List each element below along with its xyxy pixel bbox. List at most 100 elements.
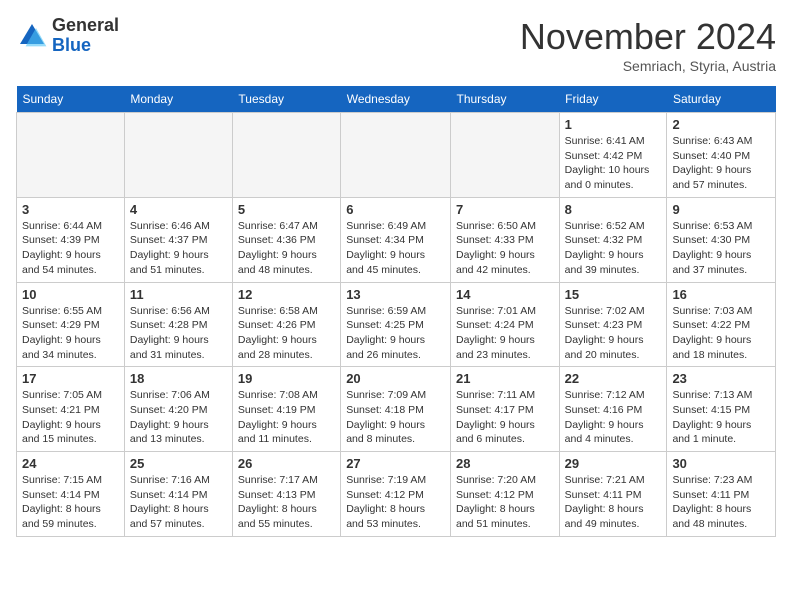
day-number: 18 — [130, 371, 227, 386]
title-block: November 2024 Semriach, Styria, Austria — [520, 16, 776, 74]
calendar-cell: 30 Sunrise: 7:23 AM Sunset: 4:11 PM Dayli… — [667, 452, 776, 537]
day-info: Sunrise: 6:49 AM Sunset: 4:34 PM Dayligh… — [346, 219, 445, 278]
day-info: Sunrise: 7:23 AM Sunset: 4:11 PM Dayligh… — [672, 473, 770, 532]
calendar-week-1: 1 Sunrise: 6:41 AM Sunset: 4:42 PM Daylig… — [17, 113, 776, 198]
day-number: 26 — [238, 456, 335, 471]
day-info: Sunrise: 6:46 AM Sunset: 4:37 PM Dayligh… — [130, 219, 227, 278]
calendar-cell: 3 Sunrise: 6:44 AM Sunset: 4:39 PM Daylig… — [17, 197, 125, 282]
day-number: 12 — [238, 287, 335, 302]
day-info: Sunrise: 7:08 AM Sunset: 4:19 PM Dayligh… — [238, 388, 335, 447]
day-info: Sunrise: 6:52 AM Sunset: 4:32 PM Dayligh… — [565, 219, 662, 278]
day-number: 1 — [565, 117, 662, 132]
calendar-cell: 20 Sunrise: 7:09 AM Sunset: 4:18 PM Dayli… — [341, 367, 451, 452]
day-number: 19 — [238, 371, 335, 386]
location: Semriach, Styria, Austria — [520, 58, 776, 74]
calendar-week-3: 10 Sunrise: 6:55 AM Sunset: 4:29 PM Dayli… — [17, 282, 776, 367]
day-info: Sunrise: 6:44 AM Sunset: 4:39 PM Dayligh… — [22, 219, 119, 278]
calendar-cell: 27 Sunrise: 7:19 AM Sunset: 4:12 PM Dayli… — [341, 452, 451, 537]
calendar-cell — [232, 113, 340, 198]
weekday-header-saturday: Saturday — [667, 86, 776, 113]
day-number: 16 — [672, 287, 770, 302]
logo: General Blue — [16, 16, 119, 56]
day-number: 29 — [565, 456, 662, 471]
day-number: 20 — [346, 371, 445, 386]
day-info: Sunrise: 7:16 AM Sunset: 4:14 PM Dayligh… — [130, 473, 227, 532]
day-info: Sunrise: 6:43 AM Sunset: 4:40 PM Dayligh… — [672, 134, 770, 193]
calendar-cell: 8Sunrise: 6:52 AM Sunset: 4:32 PM Daylig… — [559, 197, 667, 282]
day-info: Sunrise: 7:09 AM Sunset: 4:18 PM Dayligh… — [346, 388, 445, 447]
calendar-table: SundayMondayTuesdayWednesdayThursdayFrid… — [16, 86, 776, 537]
day-number: 15 — [565, 287, 662, 302]
day-info: Sunrise: 6:53 AM Sunset: 4:30 PM Dayligh… — [672, 219, 770, 278]
month-title: November 2024 — [520, 16, 776, 58]
calendar-cell: 26 Sunrise: 7:17 AM Sunset: 4:13 PM Dayli… — [232, 452, 340, 537]
day-number: 27 — [346, 456, 445, 471]
day-info: Sunrise: 6:56 AM Sunset: 4:28 PM Dayligh… — [130, 304, 227, 363]
weekday-header-tuesday: Tuesday — [232, 86, 340, 113]
calendar-cell: 1 Sunrise: 6:41 AM Sunset: 4:42 PM Daylig… — [559, 113, 667, 198]
calendar-cell: 7Sunrise: 6:50 AM Sunset: 4:33 PM Daylig… — [450, 197, 559, 282]
day-number: 2 — [672, 117, 770, 132]
calendar-cell: 21Sunrise: 7:11 AM Sunset: 4:17 PM Dayli… — [450, 367, 559, 452]
day-info: Sunrise: 6:58 AM Sunset: 4:26 PM Dayligh… — [238, 304, 335, 363]
calendar-cell: 25 Sunrise: 7:16 AM Sunset: 4:14 PM Dayli… — [124, 452, 232, 537]
day-info: Sunrise: 6:41 AM Sunset: 4:42 PM Dayligh… — [565, 134, 662, 193]
page-header: General Blue November 2024 Semriach, Sty… — [16, 16, 776, 74]
day-number: 28 — [456, 456, 554, 471]
calendar-cell: 9 Sunrise: 6:53 AM Sunset: 4:30 PM Daylig… — [667, 197, 776, 282]
day-info: Sunrise: 7:19 AM Sunset: 4:12 PM Dayligh… — [346, 473, 445, 532]
day-info: Sunrise: 7:05 AM Sunset: 4:21 PM Dayligh… — [22, 388, 119, 447]
day-number: 3 — [22, 202, 119, 217]
calendar-cell — [17, 113, 125, 198]
day-number: 6 — [346, 202, 445, 217]
logo-icon — [16, 20, 48, 52]
day-info: Sunrise: 7:06 AM Sunset: 4:20 PM Dayligh… — [130, 388, 227, 447]
weekday-header-friday: Friday — [559, 86, 667, 113]
calendar-cell: 2 Sunrise: 6:43 AM Sunset: 4:40 PM Daylig… — [667, 113, 776, 198]
day-info: Sunrise: 7:02 AM Sunset: 4:23 PM Dayligh… — [565, 304, 662, 363]
day-info: Sunrise: 7:21 AM Sunset: 4:11 PM Dayligh… — [565, 473, 662, 532]
calendar-week-4: 17 Sunrise: 7:05 AM Sunset: 4:21 PM Dayli… — [17, 367, 776, 452]
day-number: 10 — [22, 287, 119, 302]
calendar-cell: 22Sunrise: 7:12 AM Sunset: 4:16 PM Dayli… — [559, 367, 667, 452]
calendar-week-2: 3 Sunrise: 6:44 AM Sunset: 4:39 PM Daylig… — [17, 197, 776, 282]
calendar-cell — [450, 113, 559, 198]
day-number: 25 — [130, 456, 227, 471]
calendar-cell: 5Sunrise: 6:47 AM Sunset: 4:36 PM Daylig… — [232, 197, 340, 282]
weekday-header-sunday: Sunday — [17, 86, 125, 113]
calendar-cell: 18 Sunrise: 7:06 AM Sunset: 4:20 PM Dayli… — [124, 367, 232, 452]
day-number: 24 — [22, 456, 119, 471]
day-info: Sunrise: 7:20 AM Sunset: 4:12 PM Dayligh… — [456, 473, 554, 532]
day-number: 7 — [456, 202, 554, 217]
day-info: Sunrise: 7:13 AM Sunset: 4:15 PM Dayligh… — [672, 388, 770, 447]
weekday-header-monday: Monday — [124, 86, 232, 113]
calendar-cell: 6 Sunrise: 6:49 AM Sunset: 4:34 PM Daylig… — [341, 197, 451, 282]
calendar-cell: 14Sunrise: 7:01 AM Sunset: 4:24 PM Dayli… — [450, 282, 559, 367]
calendar-cell: 23 Sunrise: 7:13 AM Sunset: 4:15 PM Dayli… — [667, 367, 776, 452]
calendar-cell: 19 Sunrise: 7:08 AM Sunset: 4:19 PM Dayli… — [232, 367, 340, 452]
weekday-header-thursday: Thursday — [450, 86, 559, 113]
calendar-cell: 15 Sunrise: 7:02 AM Sunset: 4:23 PM Dayli… — [559, 282, 667, 367]
calendar-cell: 10 Sunrise: 6:55 AM Sunset: 4:29 PM Dayli… — [17, 282, 125, 367]
calendar-cell: 11 Sunrise: 6:56 AM Sunset: 4:28 PM Dayli… — [124, 282, 232, 367]
day-number: 17 — [22, 371, 119, 386]
day-info: Sunrise: 7:03 AM Sunset: 4:22 PM Dayligh… — [672, 304, 770, 363]
calendar-cell: 16 Sunrise: 7:03 AM Sunset: 4:22 PM Dayli… — [667, 282, 776, 367]
day-number: 23 — [672, 371, 770, 386]
calendar-cell — [341, 113, 451, 198]
day-number: 4 — [130, 202, 227, 217]
day-info: Sunrise: 7:12 AM Sunset: 4:16 PM Dayligh… — [565, 388, 662, 447]
day-number: 13 — [346, 287, 445, 302]
day-info: Sunrise: 7:11 AM Sunset: 4:17 PM Dayligh… — [456, 388, 554, 447]
day-number: 30 — [672, 456, 770, 471]
day-info: Sunrise: 7:15 AM Sunset: 4:14 PM Dayligh… — [22, 473, 119, 532]
day-info: Sunrise: 6:55 AM Sunset: 4:29 PM Dayligh… — [22, 304, 119, 363]
calendar-cell: 17 Sunrise: 7:05 AM Sunset: 4:21 PM Dayli… — [17, 367, 125, 452]
calendar-cell: 29 Sunrise: 7:21 AM Sunset: 4:11 PM Dayli… — [559, 452, 667, 537]
day-info: Sunrise: 7:17 AM Sunset: 4:13 PM Dayligh… — [238, 473, 335, 532]
weekday-header-wednesday: Wednesday — [341, 86, 451, 113]
day-number: 14 — [456, 287, 554, 302]
calendar-cell: 28 Sunrise: 7:20 AM Sunset: 4:12 PM Dayli… — [450, 452, 559, 537]
day-number: 11 — [130, 287, 227, 302]
day-number: 9 — [672, 202, 770, 217]
